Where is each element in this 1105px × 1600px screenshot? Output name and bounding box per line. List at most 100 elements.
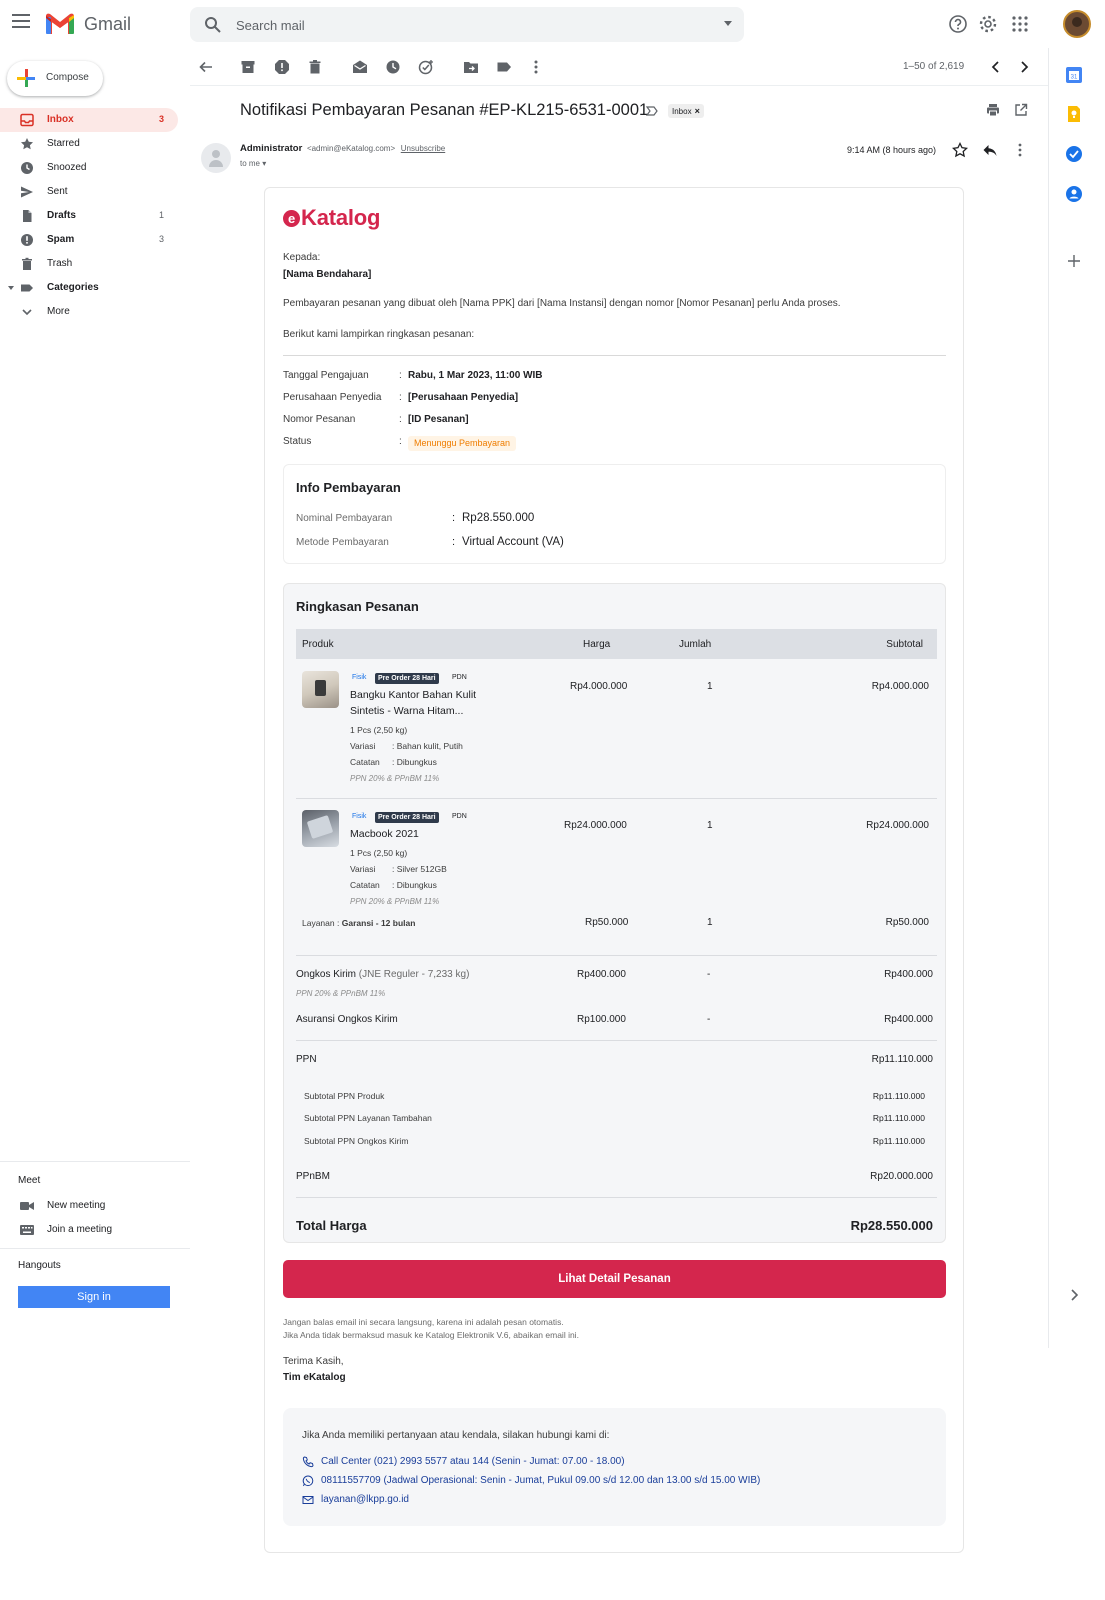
- chevron-down-icon: [22, 309, 32, 316]
- unsubscribe-link[interactable]: Unsubscribe: [401, 144, 445, 153]
- contacts-icon[interactable]: [1065, 185, 1083, 203]
- expand-arrow-icon[interactable]: [8, 286, 14, 290]
- newer-chevron-left-icon[interactable]: [988, 59, 1004, 75]
- view-order-detail-button[interactable]: Lihat Detail Pesanan: [283, 1260, 946, 1298]
- remove-label-icon[interactable]: ×: [695, 106, 700, 116]
- note-label: Catatan: [350, 757, 380, 767]
- star-outline-icon[interactable]: [952, 142, 968, 158]
- product-price: Rp4.000.000: [570, 681, 628, 692]
- product-thumbnail[interactable]: [302, 810, 339, 847]
- shipping-title: Ongkos Kirim: [296, 969, 357, 980]
- compose-plus-icon: [17, 69, 35, 87]
- sidebar-divider: [0, 1248, 190, 1249]
- older-chevron-right-icon[interactable]: [1016, 59, 1032, 75]
- compose-label: Compose: [46, 72, 89, 83]
- sidebar-item-more[interactable]: More: [0, 300, 178, 324]
- report-spam-icon[interactable]: [274, 59, 290, 75]
- settings-gear-icon[interactable]: [978, 14, 998, 34]
- new-meeting-link[interactable]: New meeting: [20, 1198, 180, 1214]
- mark-unread-icon[interactable]: [352, 59, 368, 75]
- importance-marker-icon[interactable]: [646, 106, 658, 116]
- detail-label-status: Status: [283, 436, 312, 447]
- sidebar-item-snoozed[interactable]: Snoozed: [0, 156, 178, 180]
- add-addon-plus-icon[interactable]: [1065, 252, 1083, 270]
- ppn-shipping-label: Subtotal PPN Ongkos Kirim: [304, 1136, 409, 1146]
- sender-name[interactable]: Administrator: [240, 143, 302, 154]
- sidebar-item-label: Starred: [47, 138, 80, 149]
- print-icon[interactable]: [986, 103, 1000, 117]
- apps-grid-icon[interactable]: [1010, 14, 1030, 34]
- detail-label-vendor: Perusahaan Penyedia: [283, 392, 382, 403]
- move-to-folder-icon[interactable]: [463, 59, 479, 75]
- calendar-icon[interactable]: 31: [1065, 66, 1083, 84]
- main-menu-icon[interactable]: [12, 14, 30, 28]
- shipping-tax-info: PPN 20% & PPnBM 11%: [296, 989, 386, 998]
- more-vertical-icon[interactable]: [528, 59, 544, 75]
- add-to-tasks-icon[interactable]: [418, 59, 434, 75]
- chevron-down-icon: ▾: [262, 159, 267, 168]
- compose-button[interactable]: Compose: [7, 61, 103, 96]
- chevron-right-icon[interactable]: [1065, 1286, 1083, 1304]
- sidebar-item-spam[interactable]: Spam 3: [0, 228, 178, 252]
- row-divider: [296, 1040, 937, 1041]
- sidebar-item-inbox[interactable]: Inbox 3: [0, 108, 178, 132]
- message-more-vertical-icon[interactable]: [1012, 142, 1028, 158]
- whatsapp-icon: [302, 1475, 314, 1487]
- total-price-label: Total Harga: [296, 1218, 367, 1233]
- reply-icon[interactable]: [982, 142, 998, 158]
- detail-value-submission-date: Rabu, 1 Mar 2023, 11:00 WIB: [408, 370, 543, 381]
- team-signature: Tim eKatalog: [283, 1372, 346, 1383]
- trash-icon: [22, 257, 32, 270]
- ppn-shipping-value: Rp11.110.000: [872, 1136, 925, 1146]
- sidebar-item-drafts[interactable]: Drafts 1: [0, 204, 178, 228]
- archive-icon[interactable]: [240, 59, 256, 75]
- insurance-price: Rp100.000: [577, 1014, 626, 1025]
- hangouts-sign-in-button[interactable]: Sign in: [18, 1286, 170, 1308]
- delete-icon[interactable]: [307, 59, 323, 75]
- payment-method-value: Virtual Account (VA): [462, 536, 564, 548]
- gmail-wordmark: Gmail: [84, 14, 132, 34]
- variant-label: Variasi: [350, 741, 376, 751]
- recipient-details-toggle[interactable]: to me ▾: [240, 159, 266, 168]
- origin-tag: PDN: [452, 674, 467, 681]
- join-meeting-link[interactable]: Join a meeting: [20, 1222, 180, 1238]
- email-contact-text: layanan@lkpp.go.id: [321, 1494, 409, 1505]
- sidebar-item-count: 3: [158, 114, 164, 124]
- product-name[interactable]: Bangku Kantor Bahan Kulit Sintetis - War…: [350, 687, 500, 719]
- payment-method-label: Metode Pembayaran: [296, 537, 389, 548]
- product-name[interactable]: Macbook 2021: [350, 826, 500, 842]
- keep-icon[interactable]: [1065, 105, 1083, 123]
- sidebar-item-starred[interactable]: Starred: [0, 132, 178, 156]
- help-icon[interactable]: [948, 14, 968, 34]
- open-in-new-window-icon[interactable]: [1014, 103, 1028, 117]
- search-icon[interactable]: [204, 16, 221, 33]
- search-options-icon[interactable]: [724, 21, 732, 26]
- search-bar[interactable]: [190, 7, 744, 42]
- tasks-icon[interactable]: [1065, 145, 1083, 163]
- payment-amount-label: Nominal Pembayaran: [296, 513, 393, 524]
- account-avatar[interactable]: [1063, 10, 1091, 38]
- search-input[interactable]: [236, 15, 696, 35]
- detail-colon: :: [399, 392, 402, 403]
- back-arrow-icon[interactable]: [198, 59, 214, 75]
- clock-icon: [21, 162, 33, 174]
- shipping-label: Ongkos Kirim (JNE Reguler - 7,233 kg): [296, 969, 469, 980]
- sidebar-item-sent[interactable]: Sent: [0, 180, 178, 204]
- product-qty-weight: 1 Pcs (2,50 kg): [350, 848, 408, 858]
- column-header-product: Produk: [302, 639, 334, 650]
- ekatalog-wordmark: Katalog: [301, 205, 381, 230]
- auto-message-note: Jangan balas email ini secara langsung, …: [283, 1317, 564, 1327]
- service-quantity: 1: [707, 917, 713, 928]
- new-meeting-label: New meeting: [47, 1200, 106, 1211]
- product-thumbnail[interactable]: [302, 671, 339, 708]
- keyboard-icon: [20, 1225, 34, 1235]
- label-icon[interactable]: [496, 59, 512, 75]
- inbox-label-chip[interactable]: Inbox ×: [668, 104, 704, 118]
- service-price: Rp50.000: [585, 917, 629, 928]
- sidebar-item-categories[interactable]: Categories: [0, 276, 178, 300]
- snooze-clock-icon[interactable]: [385, 59, 401, 75]
- sidebar-item-label: Spam: [47, 234, 75, 245]
- insurance-quantity: -: [707, 1014, 711, 1025]
- sidebar-item-trash[interactable]: Trash: [0, 252, 178, 276]
- attachment-intro: Berikut kami lampirkan ringkasan pesanan…: [283, 329, 475, 340]
